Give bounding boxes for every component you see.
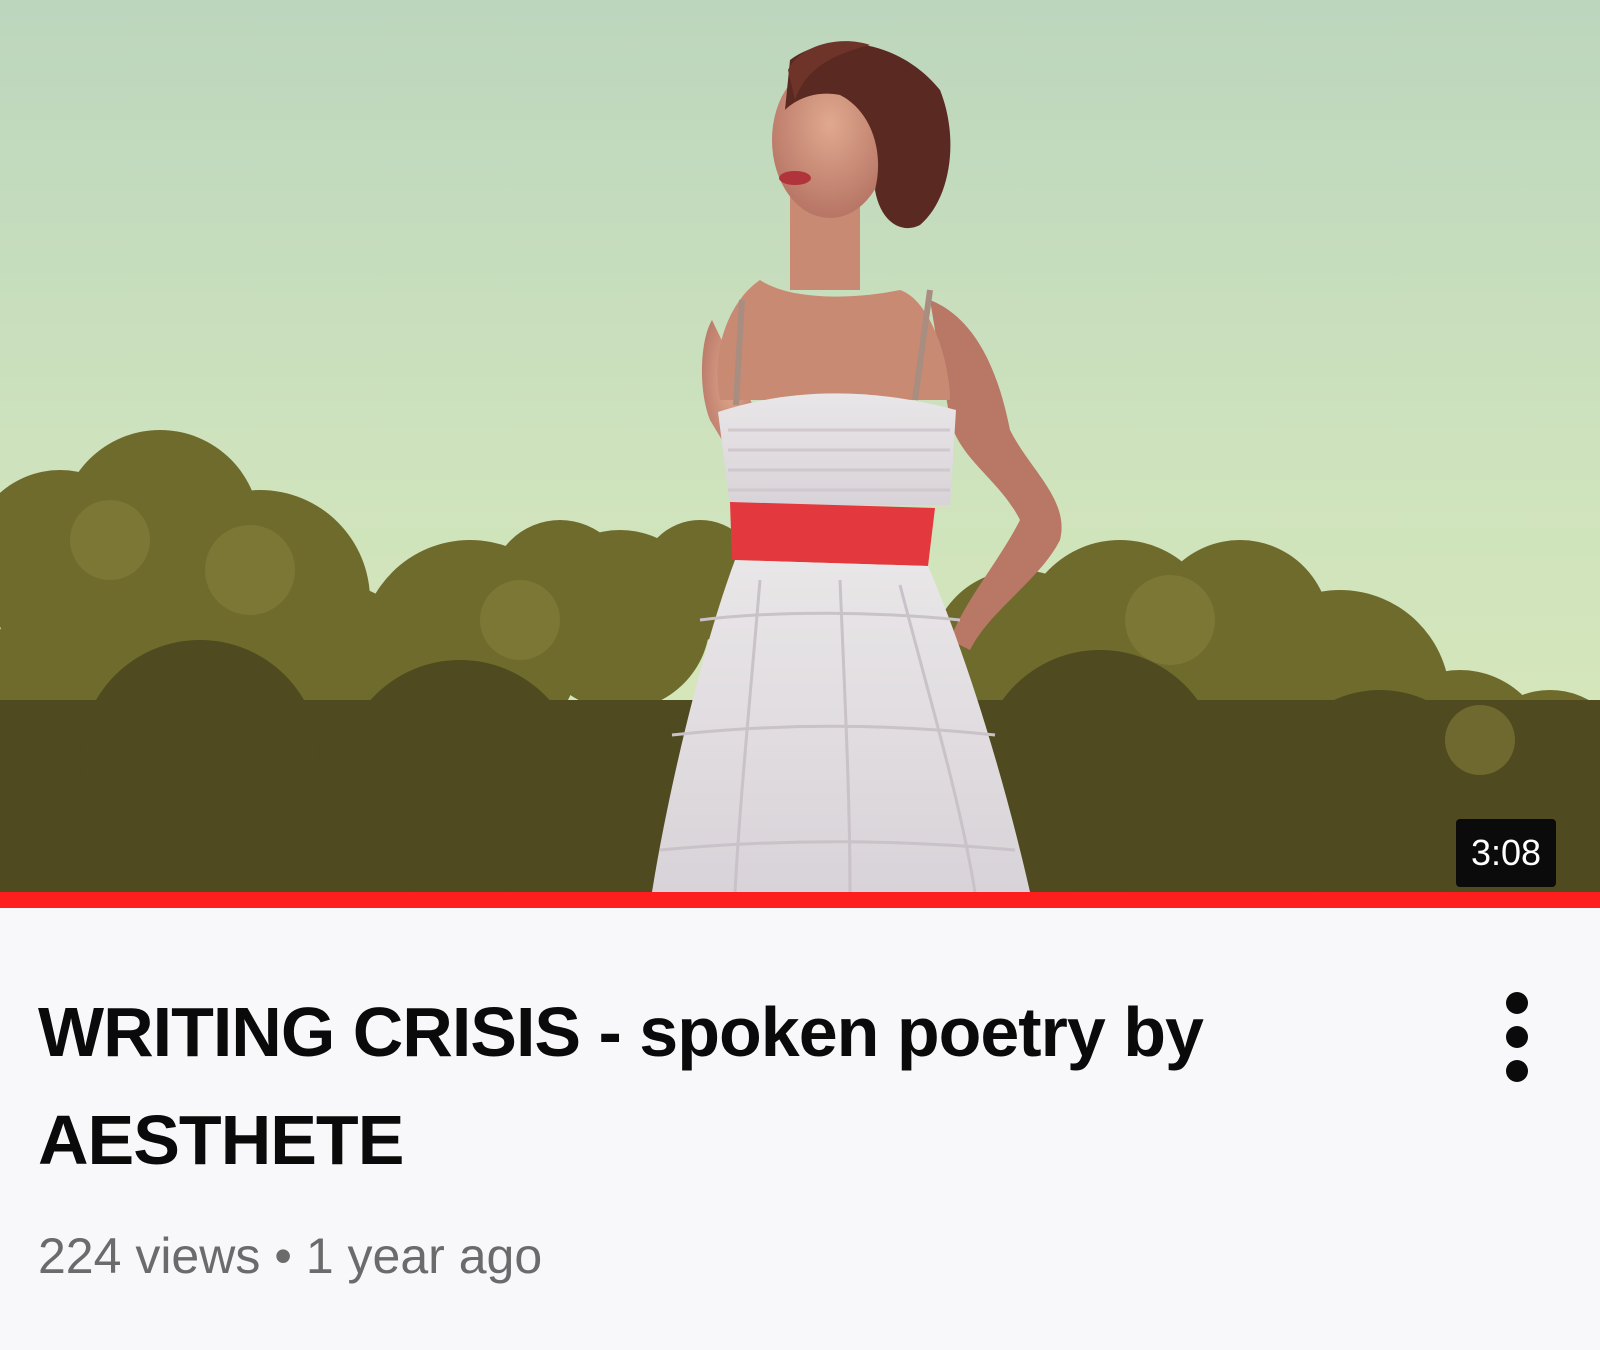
menu-dot	[1506, 1026, 1528, 1048]
video-thumbnail[interactable]: 3:08	[0, 0, 1600, 892]
menu-dot	[1506, 992, 1528, 1014]
video-title[interactable]: WRITING CRISIS - spoken poetry by AESTHE…	[38, 978, 1278, 1194]
more-vertical-icon[interactable]	[1488, 988, 1548, 1088]
watch-progress-fill	[0, 892, 1600, 908]
watch-progress-bar	[0, 892, 1600, 908]
video-info: WRITING CRISIS - spoken poetry by AESTHE…	[0, 908, 1600, 1350]
upload-age: 1 year ago	[305, 1228, 543, 1284]
video-meta: 224 views • 1 year ago	[38, 1226, 542, 1286]
duration-badge: 3:08	[1456, 819, 1556, 887]
view-count: 224 views	[38, 1228, 261, 1284]
menu-dot	[1506, 1060, 1528, 1082]
video-card: 3:08 WRITING CRISIS - spoken poetry by A…	[0, 0, 1600, 1350]
meta-separator: •	[274, 1228, 292, 1284]
